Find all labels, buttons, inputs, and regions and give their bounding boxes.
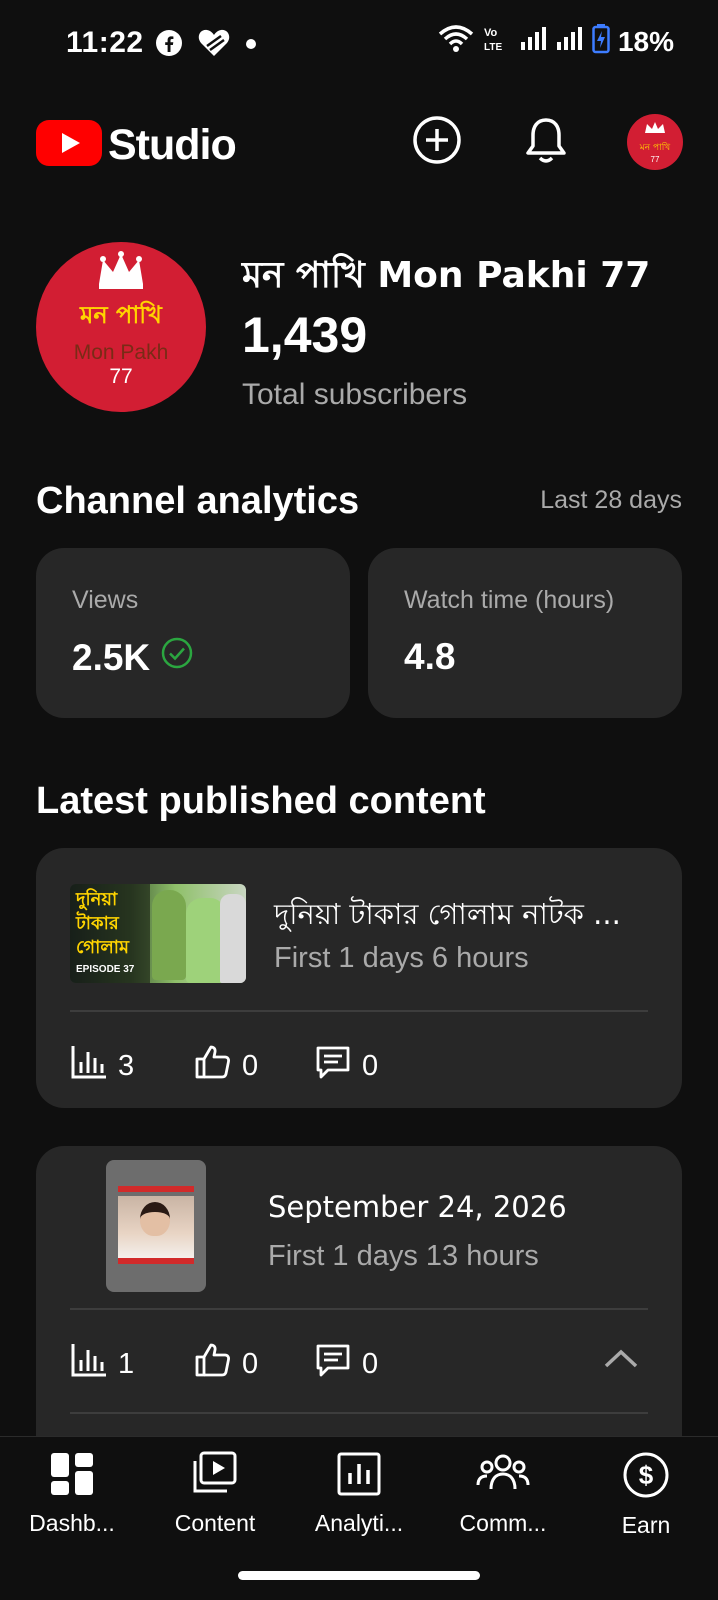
battery-percentage: 18% xyxy=(617,25,674,57)
check-circle-icon xyxy=(160,636,194,679)
watch-time-card[interactable]: Watch time (hours) 4.8 xyxy=(368,548,682,718)
comment-icon xyxy=(314,1044,352,1088)
thumbnail-episode: EPISODE 37 xyxy=(76,964,135,975)
svg-text:$: $ xyxy=(639,1460,654,1490)
crown-icon xyxy=(643,121,667,140)
nav-label: Dashb... xyxy=(29,1510,115,1536)
views-value: 2.5K xyxy=(72,636,151,678)
views-card[interactable]: Views 2.5K xyxy=(36,548,350,718)
add-icon xyxy=(411,114,463,171)
chevron-up-icon xyxy=(602,1349,640,1376)
latest-content-title: Latest published content xyxy=(36,780,486,822)
divider xyxy=(70,1010,648,1012)
content-title: দুনিয়া টাকার গোলাম নাটক ... xyxy=(274,897,621,931)
content-age: First 1 days 13 hours xyxy=(268,1240,539,1272)
svg-text:Vo: Vo xyxy=(484,27,498,39)
comments-count: 0 xyxy=(362,1049,379,1082)
nav-label: Earn xyxy=(621,1512,671,1538)
thumbnail-title-line-3: গোলাম xyxy=(76,937,129,958)
divider xyxy=(70,1412,648,1414)
comments-count: 0 xyxy=(362,1347,379,1380)
signal-icon xyxy=(520,26,548,57)
watch-time-label: Watch time (hours) xyxy=(404,586,615,614)
nav-community[interactable]: Comm... xyxy=(431,1451,575,1537)
nav-dashboard[interactable]: Dashb... xyxy=(0,1451,144,1537)
content-age: First 1 days 6 hours xyxy=(274,942,529,974)
nav-content[interactable]: Content xyxy=(143,1451,287,1537)
likes-count: 0 xyxy=(242,1347,259,1380)
analytics-section-title: Channel analytics xyxy=(36,480,360,522)
youtube-logo-icon xyxy=(36,120,102,171)
analytics-icon xyxy=(336,1451,382,1502)
thumbs-up-icon xyxy=(194,1342,232,1386)
subscriber-label: Total subscribers xyxy=(242,378,468,411)
short-thumbnail[interactable] xyxy=(106,1160,206,1292)
crown-icon xyxy=(93,250,149,295)
avatar-small-number: 77 xyxy=(650,154,660,164)
likes-count: 0 xyxy=(242,1049,259,1082)
thumbs-up-icon xyxy=(194,1044,232,1088)
content-card[interactable]: দুনিয়া টাকার গোলাম EPISODE 37 দুনিয়া ট… xyxy=(36,848,682,1108)
views-count: 3 xyxy=(118,1049,135,1082)
channel-avatar[interactable]: মন পাখি Mon Pakh 77 xyxy=(36,242,206,412)
bar-chart-icon xyxy=(70,1044,108,1088)
nav-label: Content xyxy=(174,1510,256,1536)
volte-icon: Vo LTE xyxy=(482,24,512,59)
analytics-period: Last 28 days xyxy=(540,486,682,514)
comments-stat: 0 xyxy=(314,1342,378,1386)
home-indicator[interactable] xyxy=(238,1571,480,1580)
video-thumbnail[interactable]: দুনিয়া টাকার গোলাম EPISODE 37 xyxy=(70,884,246,983)
divider xyxy=(70,1308,648,1310)
status-time: 11:22 xyxy=(66,26,144,59)
comment-icon xyxy=(314,1342,352,1386)
account-avatar[interactable]: মন পাখি 77 xyxy=(627,114,683,170)
dot-icon xyxy=(245,37,257,55)
signal-icon xyxy=(556,26,584,57)
avatar-text-number: 77 xyxy=(109,365,133,388)
create-button[interactable] xyxy=(410,115,464,169)
content-card[interactable]: September 24, 2026 First 1 days 13 hours… xyxy=(36,1146,682,1466)
nav-analytics[interactable]: Analyti... xyxy=(287,1451,431,1537)
collapse-button[interactable] xyxy=(602,1346,640,1377)
likes-stat: 0 xyxy=(194,1044,258,1088)
content-icon xyxy=(191,1451,239,1502)
community-icon xyxy=(476,1451,530,1502)
thumbnail-title-line-2: টাকার xyxy=(76,913,119,934)
dashboard-icon xyxy=(49,1451,95,1502)
bar-chart-icon xyxy=(70,1342,108,1386)
views-label: Views xyxy=(72,586,139,614)
watch-time-value: 4.8 xyxy=(404,636,456,677)
status-bar: 11:22 Vo LTE 18% xyxy=(0,0,718,90)
thumbnail-title-line-1: দুনিয়া xyxy=(76,889,118,910)
app-header: Studio মন পাখি 77 xyxy=(0,100,718,190)
avatar-small-text: মন পাখি xyxy=(639,142,671,153)
likes-stat: 0 xyxy=(194,1342,258,1386)
views-count: 1 xyxy=(118,1347,135,1380)
nav-earn[interactable]: $ Earn xyxy=(574,1451,718,1539)
svg-text:LTE: LTE xyxy=(484,42,502,53)
content-title: September 24, 2026 xyxy=(268,1190,567,1224)
notifications-button[interactable] xyxy=(519,115,573,169)
facebook-icon xyxy=(155,29,183,62)
battery-charging-icon xyxy=(592,24,610,59)
nav-label: Comm... xyxy=(459,1510,547,1536)
wifi-icon xyxy=(438,24,474,59)
heart-icon xyxy=(197,28,231,63)
notifications-icon xyxy=(523,115,569,170)
avatar-text-bangla: মন পাখি xyxy=(80,301,162,329)
app-name: Studio xyxy=(108,121,237,169)
views-stat: 3 xyxy=(70,1044,134,1088)
channel-name: মন পাখি Mon Pakhi 77 xyxy=(242,255,651,296)
comments-stat: 0 xyxy=(314,1044,378,1088)
subscriber-count: 1,439 xyxy=(242,307,368,363)
earn-icon: $ xyxy=(622,1451,670,1504)
studio-logo[interactable]: Studio xyxy=(36,120,237,171)
channel-summary: মন পাখি Mon Pakh 77 মন পাখি Mon Pakhi 77… xyxy=(36,242,682,422)
views-stat: 1 xyxy=(70,1342,134,1386)
avatar-text-english: Mon Pakh xyxy=(73,341,169,364)
nav-label: Analyti... xyxy=(314,1510,404,1536)
